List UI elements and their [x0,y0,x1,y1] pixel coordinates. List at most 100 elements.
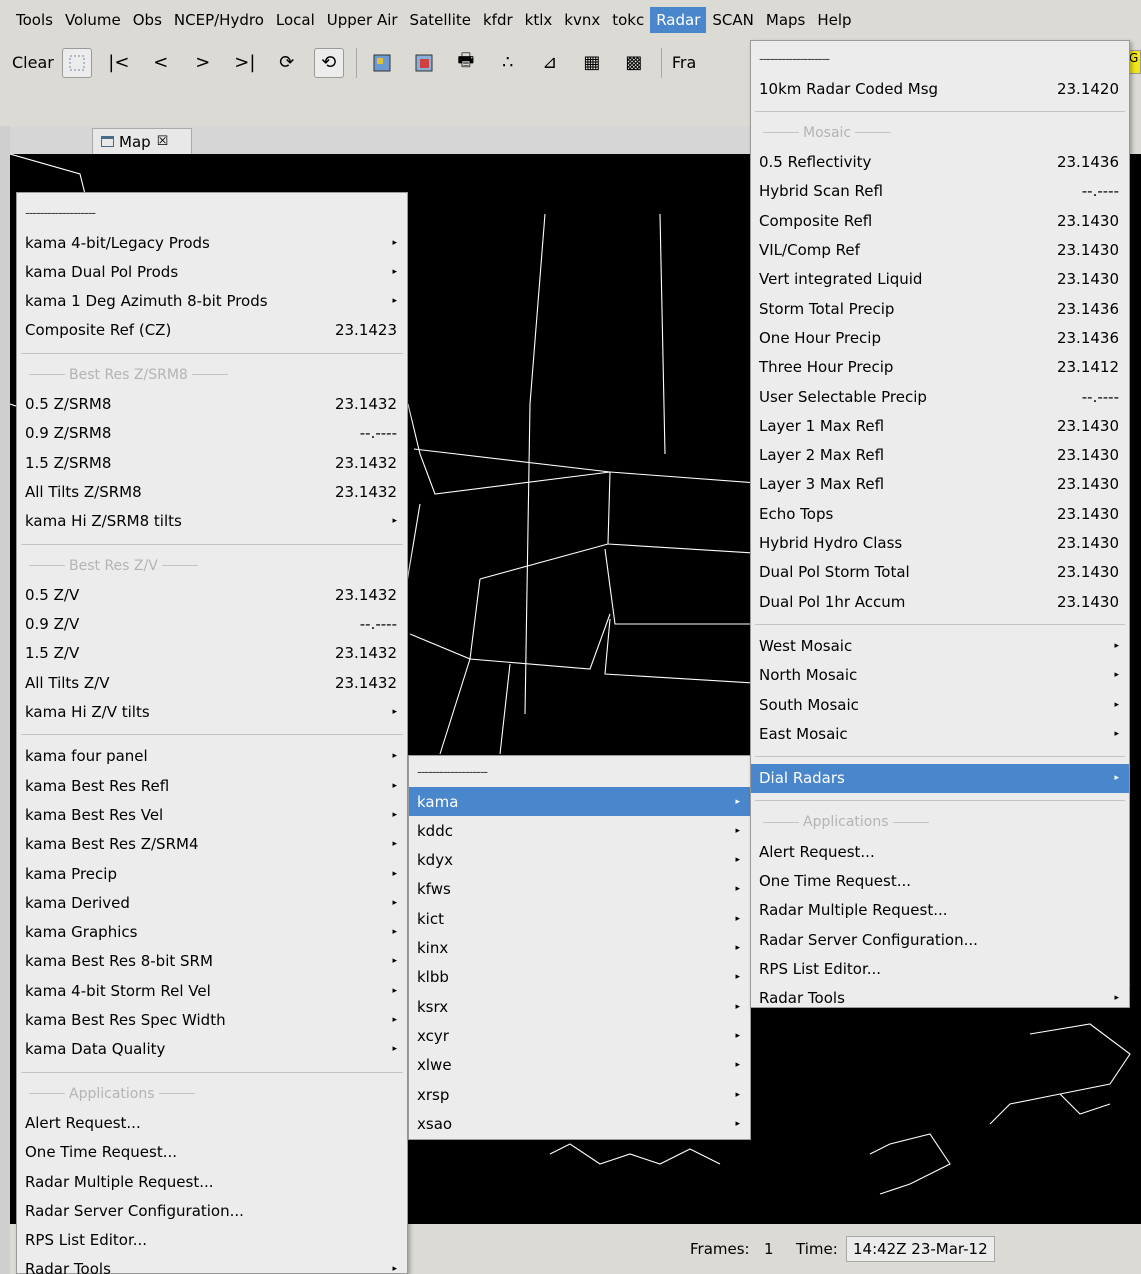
left-menu-item-kama-best-res-z-srm4[interactable]: kama Best Res Z/SRM4 ▸ [17,830,407,859]
loop-properties-icon[interactable]: ⟲ [313,47,344,78]
radar-menu-item-dual-pol-1hr-accum[interactable]: Dual Pol 1hr Accum 23.1430 [751,587,1129,616]
left-menu-item-one-time-request[interactable]: One Time Request... [17,1138,407,1167]
dial-radar-item-xcyr[interactable]: xcyr ▸ [409,1021,750,1050]
dial-radar-item-kddc[interactable]: kddc ▸ [409,816,750,845]
image-properties-icon[interactable] [367,48,397,78]
radar-menu-item-west-mosaic[interactable]: West Mosaic ▸ [751,631,1129,660]
left-menu-item-alert-request[interactable]: Alert Request... [17,1108,407,1137]
radar-menu-item-dual-pol-storm-total[interactable]: Dual Pol Storm Total 23.1430 [751,558,1129,587]
dial-radar-item-kinx[interactable]: kinx ▸ [409,934,750,963]
radar-menu-item-alert-request[interactable]: Alert Request... [751,837,1129,866]
left-menu-item-radar-multiple-request[interactable]: Radar Multiple Request... [17,1167,407,1196]
menu-maps[interactable]: Maps [760,7,811,33]
frames-dropdown[interactable]: Fra [672,53,696,72]
dial-radar-item-xrsp[interactable]: xrsp ▸ [409,1080,750,1109]
left-menu-item-0-5-z-v[interactable]: 0.5 Z/V 23.1432 [17,580,407,609]
left-menu-item-kama-best-res-vel[interactable]: kama Best Res Vel ▸ [17,800,407,829]
dial-menu-tearoff[interactable]: ------------------- [417,758,742,787]
radar-menu-item-dial-radars[interactable]: Dial Radars ▸ [751,763,1129,793]
dial-radar-item-kdyx[interactable]: kdyx ▸ [409,846,750,875]
dial-radar-item-klbb[interactable]: klbb ▸ [409,963,750,992]
menu-tools[interactable]: Tools [10,7,59,33]
radar-menu-item-radar-tools[interactable]: Radar Tools ▸ [751,984,1129,1013]
last-frame-icon[interactable]: >| [230,48,260,78]
radar-menu-item-0-5-reflectivity[interactable]: 0.5 Reflectivity 23.1436 [751,148,1129,177]
pan-icon[interactable]: ⊿ [535,48,565,78]
left-menu-item-kama-graphics[interactable]: kama Graphics ▸ [17,918,407,947]
menu-help[interactable]: Help [811,7,857,33]
left-menu-item-kama-data-quality[interactable]: kama Data Quality ▸ [17,1035,407,1064]
left-menu-item-kama-four-panel[interactable]: kama four panel ▸ [17,742,407,771]
radar-menu-item-three-hour-precip[interactable]: Three Hour Precip 23.1412 [751,353,1129,382]
radar-menu-item-radar-server-configuration[interactable]: Radar Server Configuration... [751,925,1129,954]
fit-view-icon[interactable] [61,47,92,78]
dial-radar-item-xlwe[interactable]: xlwe ▸ [409,1051,750,1080]
left-menu-item-radar-tools[interactable]: Radar Tools ▸ [17,1255,407,1274]
radar-menu-tearoff[interactable]: ------------------- [759,45,1121,74]
loop-icon[interactable]: ⟳ [272,48,302,78]
left-menu-item-kama-best-res-refl[interactable]: kama Best Res Refl ▸ [17,771,407,800]
left-menu-item-1-5-z-srm8[interactable]: 1.5 Z/SRM8 23.1432 [17,448,407,477]
radar-menu-item-vil-comp-ref[interactable]: VIL/Comp Ref 23.1430 [751,236,1129,265]
radar-menu-item-one-time-request[interactable]: One Time Request... [751,867,1129,896]
four-panel-icon[interactable]: ▩ [619,48,649,78]
menu-radar[interactable]: Radar [650,7,707,33]
dial-radar-item-ksrx[interactable]: ksrx ▸ [409,992,750,1021]
menu-local[interactable]: Local [270,7,321,33]
left-menu-item-all-tilts-z-srm8[interactable]: All Tilts Z/SRM8 23.1432 [17,477,407,506]
radar-menu-item-layer-1-max-refl[interactable]: Layer 1 Max Refl 23.1430 [751,411,1129,440]
left-menu-item-rps-list-editor[interactable]: RPS List Editor... [17,1226,407,1255]
left-menu-item-all-tilts-z-v[interactable]: All Tilts Z/V 23.1432 [17,668,407,697]
left-menu-tearoff[interactable]: ------------------- [25,199,399,228]
menu-ktlx[interactable]: ktlx [519,7,559,33]
single-panel-icon[interactable]: ▦ [577,48,607,78]
menu-satellite[interactable]: Satellite [404,7,477,33]
left-menu-item-kama-4-bit-storm-rel-vel[interactable]: kama 4-bit Storm Rel Vel ▸ [17,976,407,1005]
left-menu-item-kama-1-deg-azimuth-8-bit-prods[interactable]: kama 1 Deg Azimuth 8-bit Prods ▸ [17,287,407,316]
menu-scan[interactable]: SCAN [706,7,759,33]
radar-menu-item-vert-integrated-liquid[interactable]: Vert integrated Liquid 23.1430 [751,265,1129,294]
left-menu-item-kama-hi-z-v-tilts[interactable]: kama Hi Z/V tilts ▸ [17,698,407,727]
menu-tokc[interactable]: tokc [606,7,650,33]
previous-frame-icon[interactable]: < [146,48,176,78]
left-menu-item-0-9-z-v[interactable]: 0.9 Z/V --.---- [17,610,407,639]
left-menu-item-kama-dual-pol-prods[interactable]: kama Dual Pol Prods ▸ [17,257,407,286]
radar-menu-item-echo-tops[interactable]: Echo Tops 23.1430 [751,499,1129,528]
first-frame-icon[interactable]: |< [104,48,134,78]
radar-menu-item-storm-total-precip[interactable]: Storm Total Precip 23.1436 [751,294,1129,323]
menu-volume[interactable]: Volume [59,7,127,33]
left-menu-item-radar-server-configuration[interactable]: Radar Server Configuration... [17,1196,407,1225]
left-menu-item-kama-best-res-spec-width[interactable]: kama Best Res Spec Width ▸ [17,1006,407,1035]
left-menu-item-0-5-z-srm8[interactable]: 0.5 Z/SRM8 23.1432 [17,390,407,419]
radar-menu-item-hybrid-scan-refl[interactable]: Hybrid Scan Refl --.---- [751,177,1129,206]
radar-menu-item-layer-3-max-refl[interactable]: Layer 3 Max Refl 23.1430 [751,470,1129,499]
dial-radar-item-kict[interactable]: kict ▸ [409,904,750,933]
radar-menu-item-hybrid-hydro-class[interactable]: Hybrid Hydro Class 23.1430 [751,529,1129,558]
radar-menu-item-radar-multiple-request[interactable]: Radar Multiple Request... [751,896,1129,925]
left-menu-item-composite-ref-cz[interactable]: Composite Ref (CZ) 23.1423 [17,316,407,345]
radar-menu-item-south-mosaic[interactable]: South Mosaic ▸ [751,690,1129,719]
left-menu-item-kama-best-res-8-bit-srm[interactable]: kama Best Res 8-bit SRM ▸ [17,947,407,976]
left-menu-item-kama-hi-z-srm8-tilts[interactable]: kama Hi Z/SRM8 tilts ▸ [17,507,407,536]
dial-radar-item-kfws[interactable]: kfws ▸ [409,875,750,904]
radar-menu-item-one-hour-precip[interactable]: One Hour Precip 23.1436 [751,323,1129,352]
image-combination-icon[interactable] [409,48,439,78]
dial-radar-item-xsao[interactable]: xsao ▸ [409,1109,750,1138]
next-frame-icon[interactable]: > [188,48,218,78]
menu-obs[interactable]: Obs [127,7,168,33]
left-menu-item-kama-4-bit-legacy-prods[interactable]: kama 4-bit/Legacy Prods ▸ [17,228,407,257]
menu-ncep-hydro[interactable]: NCEP/Hydro [168,7,270,33]
radar-menu-item-composite-refl[interactable]: Composite Refl 23.1430 [751,206,1129,235]
radar-menu-item-10km-radar-coded-msg[interactable]: 10km Radar Coded Msg 23.1420 [751,74,1129,103]
radar-menu-item-north-mosaic[interactable]: North Mosaic ▸ [751,661,1129,690]
radar-menu-item-layer-2-max-refl[interactable]: Layer 2 Max Refl 23.1430 [751,441,1129,470]
menu-kvnx[interactable]: kvnx [558,7,606,33]
left-menu-item-kama-derived[interactable]: kama Derived ▸ [17,888,407,917]
dial-radar-item-kama[interactable]: kama ▸ [409,787,750,816]
left-menu-item-0-9-z-srm8[interactable]: 0.9 Z/SRM8 --.---- [17,419,407,448]
radar-menu-item-east-mosaic[interactable]: East Mosaic ▸ [751,719,1129,748]
close-tab-icon[interactable]: ☒ [157,134,169,149]
menu-upper-air[interactable]: Upper Air [321,7,404,33]
clear-button[interactable]: Clear [12,53,54,72]
left-menu-item-1-5-z-v[interactable]: 1.5 Z/V 23.1432 [17,639,407,668]
